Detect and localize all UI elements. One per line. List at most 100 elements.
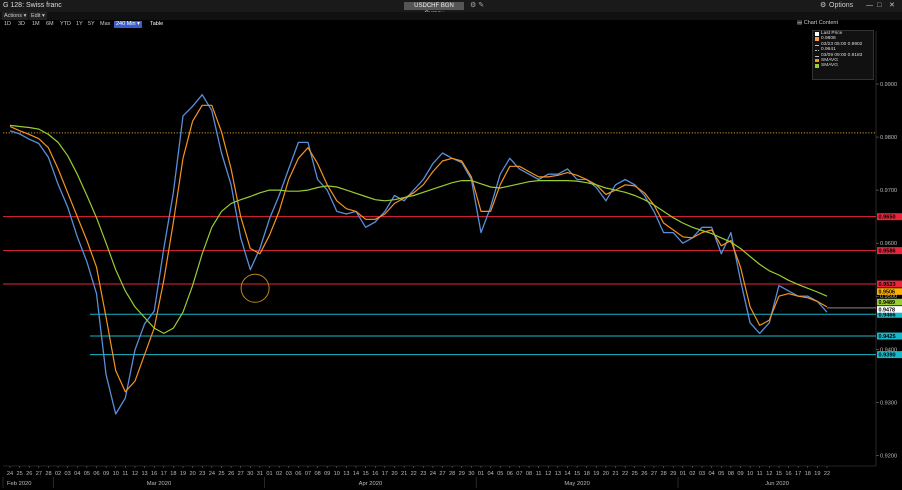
- right-price-labels: 0.9506 0.94890.9478: [827, 288, 902, 313]
- highlight-annotation: [240, 273, 270, 303]
- y-tick-label: 0.9800: [880, 135, 897, 141]
- x-tick-label: 03: [699, 471, 705, 477]
- month-label: Feb 2020: [7, 481, 32, 487]
- chart-legend[interactable]: Last Price 0.9808 03/23 05:00 0.9902 0.9…: [812, 30, 874, 80]
- x-tick-label: 29: [670, 471, 676, 477]
- x-tick-label: 03: [286, 471, 292, 477]
- x-tick-label: 28: [660, 471, 666, 477]
- legend-swatch: [815, 44, 819, 46]
- x-tick-label: 04: [709, 471, 715, 477]
- x-tick-label: 06: [93, 471, 99, 477]
- x-tick-label: 18: [584, 471, 590, 477]
- x-tick-label: 13: [141, 471, 147, 477]
- x-tick-label: 04: [74, 471, 80, 477]
- y-tick-label: 0.9600: [880, 241, 897, 247]
- x-tick-label: 24: [209, 471, 215, 477]
- x-tick-label: 11: [536, 471, 542, 477]
- legend-swatch: [815, 37, 819, 41]
- price-chart[interactable]: 0.99000.98000.97000.96000.95000.94000.93…: [0, 0, 902, 490]
- legend-swatch: [815, 64, 819, 68]
- x-tick-label: 26: [641, 471, 647, 477]
- legend-swatch: [815, 58, 819, 63]
- month-label: May 2020: [564, 481, 589, 487]
- price-level-label: 0.9586: [879, 249, 896, 255]
- x-tick-label: 02: [55, 471, 61, 477]
- x-tick-label: 02: [689, 471, 695, 477]
- x-tick-label: 08: [526, 471, 532, 477]
- x-tick-label: 09: [737, 471, 743, 477]
- price-level-label: 0.9650: [879, 215, 896, 221]
- x-tick-label: 16: [151, 471, 157, 477]
- legend-swatch: [815, 32, 819, 36]
- x-tick-label: 30: [247, 471, 253, 477]
- x-tick-label: 20: [391, 471, 397, 477]
- y-tick-label: 0.9200: [880, 453, 897, 459]
- x-tick-label: 22: [824, 471, 830, 477]
- y-tick-label: 0.9700: [880, 188, 897, 194]
- x-tick-label: 15: [776, 471, 782, 477]
- x-tick-label: 15: [363, 471, 369, 477]
- x-tick-label: 22: [411, 471, 417, 477]
- x-tick-label: 18: [805, 471, 811, 477]
- x-tick-label: 10: [113, 471, 119, 477]
- x-tick-label: 21: [401, 471, 407, 477]
- x-tick-label: 13: [343, 471, 349, 477]
- x-tick-label: 11: [122, 471, 128, 477]
- x-tick-label: 24: [7, 471, 13, 477]
- x-tick-label: 27: [651, 471, 657, 477]
- sma-fast-line: [9, 104, 828, 393]
- price-level-label: 0.9523: [879, 282, 896, 288]
- x-tick-label: 14: [564, 471, 570, 477]
- x-tick-label: 12: [766, 471, 772, 477]
- x-tick-label: 25: [632, 471, 638, 477]
- x-tick-label: 06: [507, 471, 513, 477]
- x-tick-label: 21: [612, 471, 618, 477]
- x-tick-label: 30: [468, 471, 474, 477]
- x-tick-label: 19: [814, 471, 820, 477]
- x-tick-label: 08: [728, 471, 734, 477]
- x-tick-label: 18: [170, 471, 176, 477]
- price-level-label: 0.9425: [879, 334, 896, 340]
- x-tick-label: 26: [228, 471, 234, 477]
- x-tick-label: 29: [459, 471, 465, 477]
- x-tick-label: 01: [266, 471, 272, 477]
- x-tick-label: 20: [190, 471, 196, 477]
- x-tick-label: 03: [65, 471, 71, 477]
- y-tick-label: 0.9300: [880, 400, 897, 406]
- x-tick-label: 12: [545, 471, 551, 477]
- x-tick-label: 02: [276, 471, 282, 477]
- x-tick-label: 16: [785, 471, 791, 477]
- x-tick-label: 23: [420, 471, 426, 477]
- x-tick-label: 10: [747, 471, 753, 477]
- month-label: Mar 2020: [147, 481, 172, 487]
- x-tick-label: 16: [372, 471, 378, 477]
- x-tick-label: 01: [680, 471, 686, 477]
- x-tick-label: 25: [16, 471, 22, 477]
- x-tick-label: 27: [238, 471, 244, 477]
- x-tick-label: 08: [314, 471, 320, 477]
- legend-swatch: [815, 50, 819, 52]
- x-tick-label: 15: [574, 471, 580, 477]
- x-tick-label: 09: [103, 471, 109, 477]
- x-axis: 24 25 26 27 28 02 03 04 05 06 09 10 11 12 13 16 17 18 19 20…: [2, 465, 876, 488]
- x-tick-label: 28: [45, 471, 51, 477]
- x-tick-label: 19: [593, 471, 599, 477]
- x-tick-label: 10: [334, 471, 340, 477]
- x-tick-label: 26: [26, 471, 32, 477]
- x-tick-label: 22: [622, 471, 628, 477]
- y-tick-label: 0.9900: [880, 82, 897, 88]
- x-tick-label: 09: [324, 471, 330, 477]
- x-tick-label: 25: [218, 471, 224, 477]
- x-tick-label: 06: [295, 471, 301, 477]
- x-tick-label: 17: [161, 471, 167, 477]
- x-tick-label: 11: [757, 471, 763, 477]
- x-tick-label: 14: [353, 471, 359, 477]
- x-tick-label: 23: [199, 471, 205, 477]
- current-price-label: 0.9506: [879, 290, 896, 296]
- x-tick-label: 01: [478, 471, 484, 477]
- x-tick-label: 27: [439, 471, 445, 477]
- x-tick-label: 28: [449, 471, 455, 477]
- current-price-label: 0.9489: [879, 300, 896, 306]
- month-label: Apr 2020: [359, 481, 383, 487]
- x-tick-label: 04: [487, 471, 493, 477]
